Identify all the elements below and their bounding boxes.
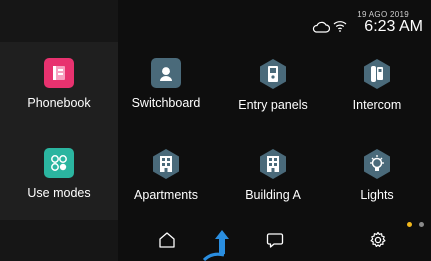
tile-building-a[interactable]: Building A xyxy=(223,148,323,218)
tile-phonebook[interactable]: Phonebook xyxy=(9,58,109,128)
intercom-handset-icon xyxy=(362,58,392,90)
use-modes-icon xyxy=(44,148,74,178)
status-bar: 19 AGO 2019 6:23 AM xyxy=(0,0,431,42)
messages-button[interactable] xyxy=(263,228,287,252)
entry-panel-icon xyxy=(258,58,288,90)
gear-icon xyxy=(370,231,386,247)
phonebook-icon xyxy=(44,58,74,88)
tile-label: Intercom xyxy=(352,98,402,112)
left-panel-bottom-shade xyxy=(0,220,118,261)
concierge-icon xyxy=(151,58,181,88)
tile-label: Apartments xyxy=(134,188,198,202)
tile-lights[interactable]: Lights xyxy=(327,148,427,218)
building-icon xyxy=(258,148,288,180)
status-time: 6:23 AM xyxy=(364,18,423,35)
tile-apartments[interactable]: Apartments xyxy=(116,148,216,218)
tile-label: Building A xyxy=(245,188,301,202)
home-button[interactable] xyxy=(155,228,179,252)
settings-button[interactable] xyxy=(366,228,390,252)
home-icon xyxy=(159,232,175,248)
bottom-navbar xyxy=(118,222,431,261)
tile-label: Entry panels xyxy=(238,98,308,112)
tile-intercom[interactable]: Intercom xyxy=(327,58,427,128)
pointer-cursor-icon xyxy=(202,230,229,261)
lightbulb-icon xyxy=(362,148,392,180)
chat-icon xyxy=(266,233,284,248)
tile-label: Phonebook xyxy=(27,96,91,110)
tile-label: Lights xyxy=(360,188,394,202)
tile-switchboard[interactable]: Switchboard xyxy=(116,58,216,128)
building-icon xyxy=(151,148,181,180)
tile-use-modes[interactable]: Use modes xyxy=(9,148,109,218)
tile-label: Switchboard xyxy=(131,96,201,110)
tile-label: Use modes xyxy=(27,186,91,200)
cloud-icon xyxy=(312,21,330,33)
tile-entry-panels[interactable]: Entry panels xyxy=(223,58,323,128)
wifi-icon xyxy=(333,21,347,32)
